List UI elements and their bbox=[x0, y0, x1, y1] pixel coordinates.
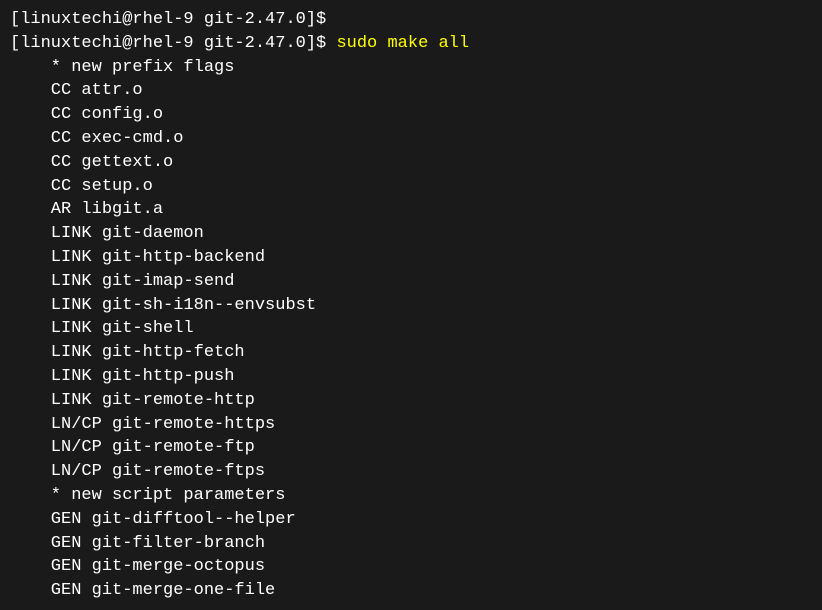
output-line: * new prefix flags bbox=[10, 56, 812, 80]
output-line: GEN git-merge-one-file bbox=[10, 579, 812, 603]
output-line: GEN git-difftool--helper bbox=[10, 508, 812, 532]
output-line: AR libgit.a bbox=[10, 198, 812, 222]
shell-prompt: [linuxtechi@rhel-9 git-2.47.0]$ bbox=[10, 10, 326, 29]
output-line: CC gettext.o bbox=[10, 151, 812, 175]
shell-prompt: [linuxtechi@rhel-9 git-2.47.0]$ bbox=[10, 34, 336, 53]
command-text: sudo make all bbox=[336, 34, 469, 53]
output-line: LN/CP git-remote-ftp bbox=[10, 436, 812, 460]
output-line: GEN git-merge-octopus bbox=[10, 555, 812, 579]
output-line: LN/CP git-remote-https bbox=[10, 413, 812, 437]
output-line: LINK git-http-fetch bbox=[10, 341, 812, 365]
output-line: CC config.o bbox=[10, 103, 812, 127]
output-container: * new prefix flags CC attr.o CC config.o… bbox=[10, 56, 812, 603]
output-line: * new script parameters bbox=[10, 484, 812, 508]
output-line: LINK git-imap-send bbox=[10, 270, 812, 294]
output-line: CC setup.o bbox=[10, 175, 812, 199]
output-line: GEN git-filter-branch bbox=[10, 532, 812, 556]
output-line: CC attr.o bbox=[10, 79, 812, 103]
prompt-line-command[interactable]: [linuxtechi@rhel-9 git-2.47.0]$ sudo mak… bbox=[10, 32, 812, 56]
output-line: LN/CP git-remote-ftps bbox=[10, 460, 812, 484]
output-line: LINK git-daemon bbox=[10, 222, 812, 246]
output-line: LINK git-sh-i18n--envsubst bbox=[10, 294, 812, 318]
output-line: LINK git-shell bbox=[10, 317, 812, 341]
terminal-output: [linuxtechi@rhel-9 git-2.47.0]$ [linuxte… bbox=[10, 8, 812, 603]
output-line: LINK git-remote-http bbox=[10, 389, 812, 413]
output-line: LINK git-http-backend bbox=[10, 246, 812, 270]
output-line: CC exec-cmd.o bbox=[10, 127, 812, 151]
prompt-line-empty: [linuxtechi@rhel-9 git-2.47.0]$ bbox=[10, 8, 812, 32]
output-line: LINK git-http-push bbox=[10, 365, 812, 389]
